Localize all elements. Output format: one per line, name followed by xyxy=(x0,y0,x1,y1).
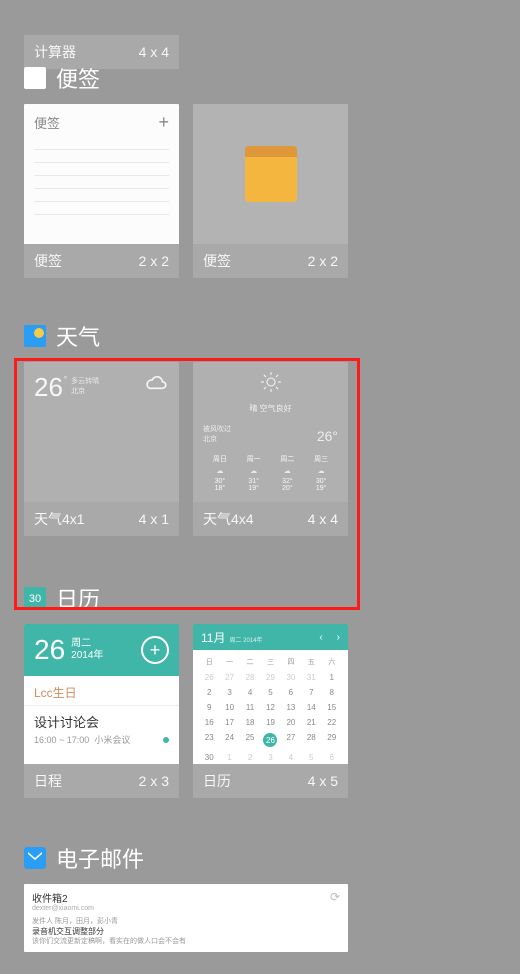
widget-size: 2 x 2 xyxy=(308,253,338,269)
cal-month-sub: 周二 2014年 xyxy=(229,635,262,644)
widget-calculator[interactable]: 计算器 4 x 4 xyxy=(24,35,179,69)
widget-label: 日程 2 x 3 xyxy=(24,764,179,798)
sched-item-2: 设计讨论会 16:00 ~ 17:00 小米会议 xyxy=(24,706,179,752)
add-event-button[interactable]: + xyxy=(141,636,169,664)
widget-name: 便签 xyxy=(34,251,62,271)
section-header-weather: 天气 xyxy=(24,308,496,362)
widget-preview: 晴 空气良好 被风吹过 北京 26° 周日☁30°18° 周一☁31°19° 周… xyxy=(193,362,348,502)
sched-day: 26 xyxy=(34,634,65,666)
sched-year: 2014年 xyxy=(71,650,103,662)
widget-preview: 11月 周二 2014年 ‹ › 日一二三四五六2627282930311234… xyxy=(193,624,348,764)
section-weather: 天气 26° 多云转晴 北京 xyxy=(0,308,520,536)
notes-icon xyxy=(24,67,46,89)
widget-label: 天气4x1 4 x 1 xyxy=(24,502,179,536)
widget-name: 天气4x1 xyxy=(34,509,85,529)
sun-icon xyxy=(203,370,338,399)
section-header-email: 电子邮件 xyxy=(24,830,496,884)
widget-size: 2 x 3 xyxy=(139,773,169,789)
event-dot-icon xyxy=(163,737,169,743)
widget-name: 日历 xyxy=(203,771,231,791)
mail-body: 该你们交流更新定稿啊，看实在的做人口会不会有 xyxy=(32,937,340,947)
mail-icon xyxy=(24,847,46,869)
widget-preview xyxy=(193,104,348,244)
weather-temp: 26 xyxy=(34,372,63,403)
mail-inbox: 收件箱2 xyxy=(32,890,94,905)
widget-label: 计算器 4 x 4 xyxy=(24,35,179,69)
widget-name: 便签 xyxy=(203,251,231,271)
note-icon xyxy=(245,146,297,202)
plus-icon: + xyxy=(158,112,169,133)
weather-sub2: 北京 xyxy=(203,434,231,444)
widget-weather-4x1[interactable]: 26° 多云转晴 北京 天气4x1 4 x 1 xyxy=(24,362,179,536)
widget-notes-2x2-a[interactable]: 便签 + 便签 2 x 2 xyxy=(24,104,179,278)
notes-head-label: 便签 xyxy=(34,113,60,132)
widget-size: 4 x 1 xyxy=(139,511,169,527)
widget-label: 便签 2 x 2 xyxy=(193,244,348,278)
widget-preview: 便签 + xyxy=(24,104,179,244)
weather-sub1: 被风吹过 xyxy=(203,424,231,434)
chevron-right-icon[interactable]: › xyxy=(337,632,340,643)
widget-name: 天气4x4 xyxy=(203,509,254,529)
widget-name: 计算器 xyxy=(34,42,76,62)
section-title: 日历 xyxy=(56,582,100,614)
widget-size: 4 x 4 xyxy=(308,511,338,527)
sched-item-1: Lcc生日 xyxy=(24,676,179,706)
widget-calendar[interactable]: 11月 周二 2014年 ‹ › 日一二三四五六2627282930311234… xyxy=(193,624,348,798)
weather-sub: 多云转晴 xyxy=(71,376,99,386)
svg-text:30: 30 xyxy=(29,593,41,605)
widget-size: 4 x 4 xyxy=(139,44,169,60)
mail-addr: dexter@xiaomi.com xyxy=(32,905,94,912)
cloud-icon xyxy=(143,372,169,403)
event-title: 设计讨论会 xyxy=(34,712,169,731)
widget-preview: 26° 多云转晴 北京 xyxy=(24,362,179,502)
sched-dow: 周二 xyxy=(71,638,103,650)
widget-preview: 收件箱2 dexter@xiaomi.com ⟳ 发件人 陈月，田月，彭小青 录… xyxy=(24,884,348,952)
section-title: 天气 xyxy=(56,320,100,352)
widget-size: 4 x 5 xyxy=(308,773,338,789)
weather-forecast: 周日☁30°18° 周一☁31°19° 周二☁32°20° 周三☁30°19° xyxy=(203,454,338,492)
widget-notes-2x2-b[interactable]: 便签 2 x 2 xyxy=(193,104,348,278)
weather-icon xyxy=(24,325,46,347)
section-calendar: 30 日历 26 周二 2014年 + Lcc生日 设计讨论 xyxy=(0,570,520,798)
section-notes: 便签 便签 + 便签 2 x 2 xyxy=(0,50,520,278)
chevron-left-icon[interactable]: ‹ xyxy=(319,632,322,643)
widget-preview: 26 周二 2014年 + Lcc生日 设计讨论会 16:00 ~ 17:00 … xyxy=(24,624,179,764)
section-header-calendar: 30 日历 xyxy=(24,570,496,624)
widget-label: 天气4x4 4 x 4 xyxy=(193,502,348,536)
widget-schedule[interactable]: 26 周二 2014年 + Lcc生日 设计讨论会 16:00 ~ 17:00 … xyxy=(24,624,179,798)
section-title: 电子邮件 xyxy=(56,842,144,874)
widget-label: 便签 2 x 2 xyxy=(24,244,179,278)
calendar-icon: 30 xyxy=(24,587,46,609)
weather-temp: 26° xyxy=(317,428,338,444)
cal-grid: 日一二三四五六262728293031123456789101112131415… xyxy=(193,650,348,769)
mail-from: 发件人 陈月，田月，彭小青 xyxy=(32,917,340,927)
weather-city: 北京 xyxy=(71,386,99,396)
widget-email[interactable]: 收件箱2 dexter@xiaomi.com ⟳ 发件人 陈月，田月，彭小青 录… xyxy=(24,884,348,952)
mail-subject: 录音机交互调整部分 xyxy=(32,927,340,937)
widget-label: 日历 4 x 5 xyxy=(193,764,348,798)
widget-size: 2 x 2 xyxy=(139,253,169,269)
cal-month: 11月 xyxy=(201,629,225,646)
weather-cond: 晴 空气良好 xyxy=(203,403,338,414)
refresh-icon[interactable]: ⟳ xyxy=(330,890,340,904)
widget-name: 日程 xyxy=(34,771,62,791)
section-email: 电子邮件 收件箱2 dexter@xiaomi.com ⟳ 发件人 陈月，田月，… xyxy=(0,830,520,952)
widget-weather-4x4[interactable]: 晴 空气良好 被风吹过 北京 26° 周日☁30°18° 周一☁31°19° 周… xyxy=(193,362,348,536)
